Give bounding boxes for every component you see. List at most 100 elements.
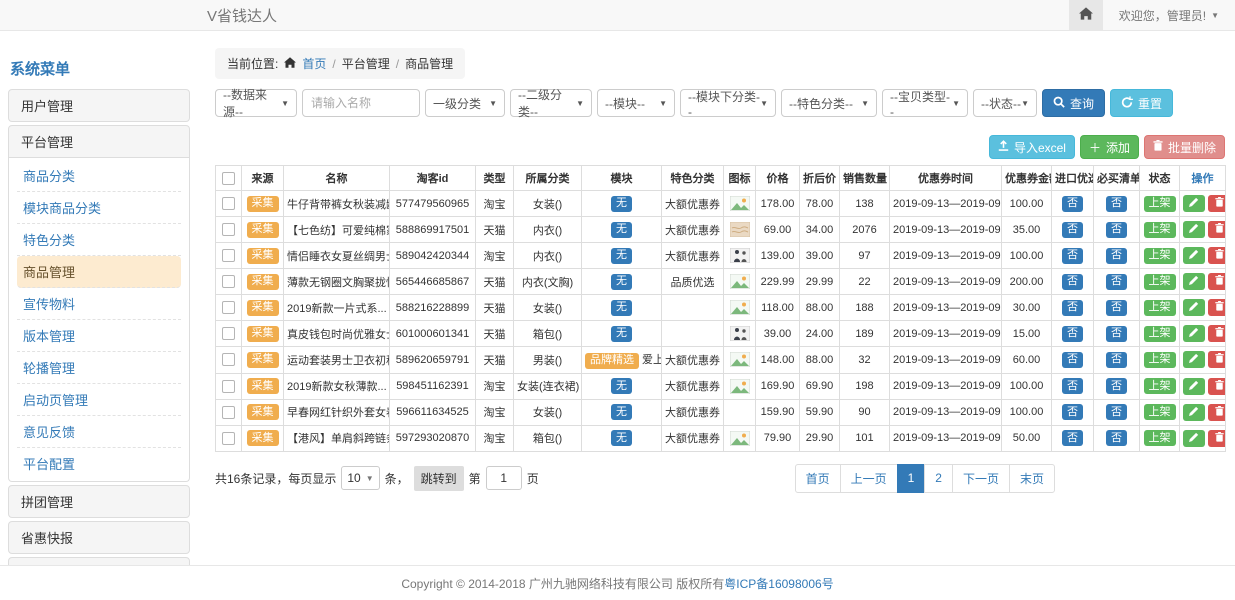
must-buy-badge[interactable]: 否 (1106, 352, 1127, 368)
status-badge[interactable]: 上架 (1144, 300, 1176, 316)
delete-button[interactable] (1208, 325, 1226, 342)
page-button[interactable]: 2 (924, 464, 953, 493)
import-select-badge[interactable]: 否 (1062, 352, 1083, 368)
edit-button[interactable] (1183, 247, 1205, 264)
row-checkbox[interactable] (222, 406, 235, 419)
edit-button[interactable] (1183, 325, 1205, 342)
edit-button[interactable] (1183, 351, 1205, 368)
icp-link[interactable]: 粤ICP备16098006号 (724, 575, 833, 592)
must-buy-badge[interactable]: 否 (1106, 222, 1127, 238)
data-source-select[interactable]: --数据来源--▼ (215, 89, 297, 117)
edit-button[interactable] (1183, 221, 1205, 238)
sidebar-subitem[interactable]: 商品分类 (17, 160, 181, 192)
filter-select[interactable]: --宝贝类型--▼ (882, 89, 968, 117)
import-select-badge[interactable]: 否 (1062, 248, 1083, 264)
delete-button[interactable] (1208, 221, 1226, 238)
must-buy-badge[interactable]: 否 (1106, 248, 1127, 264)
sidebar-group[interactable]: 消息管理 (8, 557, 190, 565)
row-checkbox[interactable] (222, 275, 235, 288)
status-badge[interactable]: 上架 (1144, 248, 1176, 264)
delete-button[interactable] (1208, 273, 1226, 290)
import-select-badge[interactable]: 否 (1062, 274, 1083, 290)
sidebar-group[interactable]: 省惠快报 (8, 521, 190, 554)
sidebar-subitem[interactable]: 特色分类 (17, 224, 181, 256)
must-buy-badge[interactable]: 否 (1106, 274, 1127, 290)
row-checkbox[interactable] (222, 353, 235, 366)
import-select-badge[interactable]: 否 (1062, 300, 1083, 316)
sidebar-subitem[interactable]: 启动页管理 (17, 384, 181, 416)
row-checkbox[interactable] (222, 249, 235, 262)
name-search-input[interactable] (302, 89, 420, 117)
row-checkbox[interactable] (222, 301, 235, 314)
page-button[interactable]: 首页 (795, 464, 841, 493)
delete-button[interactable] (1208, 430, 1226, 447)
query-button[interactable]: 查询 (1042, 89, 1105, 117)
sidebar-group[interactable]: 平台管理 (8, 125, 190, 158)
user-menu[interactable]: 欢迎您，管理员! ▼ (1103, 0, 1235, 30)
delete-button[interactable] (1208, 247, 1226, 264)
edit-button[interactable] (1183, 404, 1205, 421)
status-badge[interactable]: 上架 (1144, 378, 1176, 394)
sidebar-group[interactable]: 拼团管理 (8, 485, 190, 518)
status-badge[interactable]: 上架 (1144, 196, 1176, 212)
edit-button[interactable] (1183, 273, 1205, 290)
status-badge[interactable]: 上架 (1144, 404, 1176, 420)
must-buy-badge[interactable]: 否 (1106, 300, 1127, 316)
page-button[interactable]: 末页 (1009, 464, 1055, 493)
status-badge[interactable]: 上架 (1144, 326, 1176, 342)
sidebar-subitem[interactable]: 宣传物料 (17, 288, 181, 320)
status-badge[interactable]: 上架 (1144, 430, 1176, 446)
status-badge[interactable]: 上架 (1144, 274, 1176, 290)
filter-select[interactable]: --状态--▼ (973, 89, 1037, 117)
delete-button[interactable] (1208, 351, 1226, 368)
sidebar-subitem[interactable]: 轮播管理 (17, 352, 181, 384)
edit-button[interactable] (1183, 299, 1205, 316)
page-button[interactable]: 上一页 (840, 464, 898, 493)
filter-select[interactable]: 一级分类▼ (425, 89, 505, 117)
delete-button[interactable] (1208, 378, 1226, 395)
delete-button[interactable] (1208, 299, 1226, 316)
import-select-badge[interactable]: 否 (1062, 326, 1083, 342)
breadcrumb-home-link[interactable]: 首页 (302, 55, 326, 72)
per-page-select[interactable]: 10 ▼ (341, 466, 379, 490)
sidebar-group[interactable]: 用户管理 (8, 89, 190, 122)
jump-page-input[interactable] (486, 466, 522, 490)
sidebar-subitem[interactable]: 模块商品分类 (17, 192, 181, 224)
status-badge[interactable]: 上架 (1144, 222, 1176, 238)
filter-select[interactable]: --特色分类--▼ (781, 89, 877, 117)
add-button[interactable]: ＋ 添加 (1080, 135, 1139, 159)
row-checkbox[interactable] (222, 380, 235, 393)
edit-button[interactable] (1183, 378, 1205, 395)
sidebar-subitem[interactable]: 版本管理 (17, 320, 181, 352)
home-nav-button[interactable] (1069, 0, 1103, 30)
import-excel-button[interactable]: 导入excel (989, 135, 1075, 159)
sidebar-subitem[interactable]: 意见反馈 (17, 416, 181, 448)
row-checkbox[interactable] (222, 197, 235, 210)
delete-button[interactable] (1208, 195, 1226, 212)
import-select-badge[interactable]: 否 (1062, 378, 1083, 394)
must-buy-badge[interactable]: 否 (1106, 196, 1127, 212)
filter-select[interactable]: --模块--▼ (597, 89, 675, 117)
import-select-badge[interactable]: 否 (1062, 404, 1083, 420)
select-all-checkbox[interactable] (222, 172, 235, 185)
edit-button[interactable] (1183, 195, 1205, 212)
sidebar-subitem[interactable]: 商品管理 (17, 256, 181, 288)
status-badge[interactable]: 上架 (1144, 352, 1176, 368)
must-buy-badge[interactable]: 否 (1106, 404, 1127, 420)
jump-to-button[interactable]: 跳转到 (414, 466, 464, 491)
row-checkbox[interactable] (222, 432, 235, 445)
edit-button[interactable] (1183, 430, 1205, 447)
import-select-badge[interactable]: 否 (1062, 430, 1083, 446)
delete-button[interactable] (1208, 404, 1226, 421)
filter-select[interactable]: --二级分类--▼ (510, 89, 592, 117)
filter-select[interactable]: --模块下分类--▼ (680, 89, 776, 117)
row-checkbox[interactable] (222, 327, 235, 340)
reset-button[interactable]: 重置 (1110, 89, 1173, 117)
import-select-badge[interactable]: 否 (1062, 222, 1083, 238)
must-buy-badge[interactable]: 否 (1106, 378, 1127, 394)
page-button[interactable]: 下一页 (952, 464, 1010, 493)
sidebar-subitem[interactable]: 平台配置 (17, 448, 181, 479)
must-buy-badge[interactable]: 否 (1106, 430, 1127, 446)
row-checkbox[interactable] (222, 223, 235, 236)
import-select-badge[interactable]: 否 (1062, 196, 1083, 212)
